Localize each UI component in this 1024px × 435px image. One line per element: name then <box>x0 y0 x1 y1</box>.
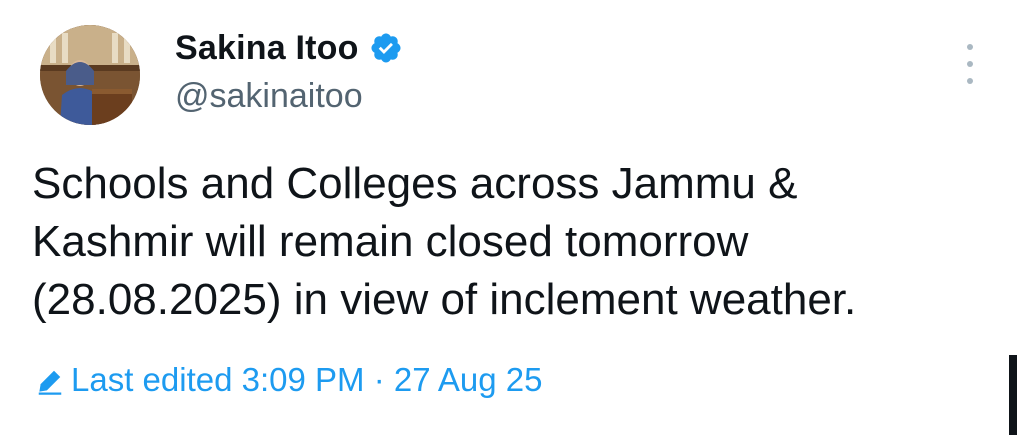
more-options-icon[interactable] <box>960 44 980 84</box>
more-dot <box>967 78 973 84</box>
avatar[interactable] <box>40 25 140 125</box>
more-dot <box>967 61 973 67</box>
author-name-row: Sakina Itoo <box>175 28 403 68</box>
avatar-photo <box>40 25 140 125</box>
last-edited-label: Last edited 3:09 PM · 27 Aug 25 <box>71 361 543 398</box>
display-name[interactable]: Sakina Itoo <box>175 28 359 68</box>
edge-divider <box>1009 355 1017 435</box>
last-edited-link[interactable]: Last edited 3:09 PM · 27 Aug 25 <box>35 360 543 400</box>
author-handle[interactable]: @sakinaitoo <box>175 76 363 116</box>
more-dot <box>967 44 973 50</box>
verified-badge-icon <box>369 31 403 65</box>
pencil-icon <box>35 365 65 395</box>
tweet-text: Schools and Colleges across Jammu & Kash… <box>32 159 857 324</box>
